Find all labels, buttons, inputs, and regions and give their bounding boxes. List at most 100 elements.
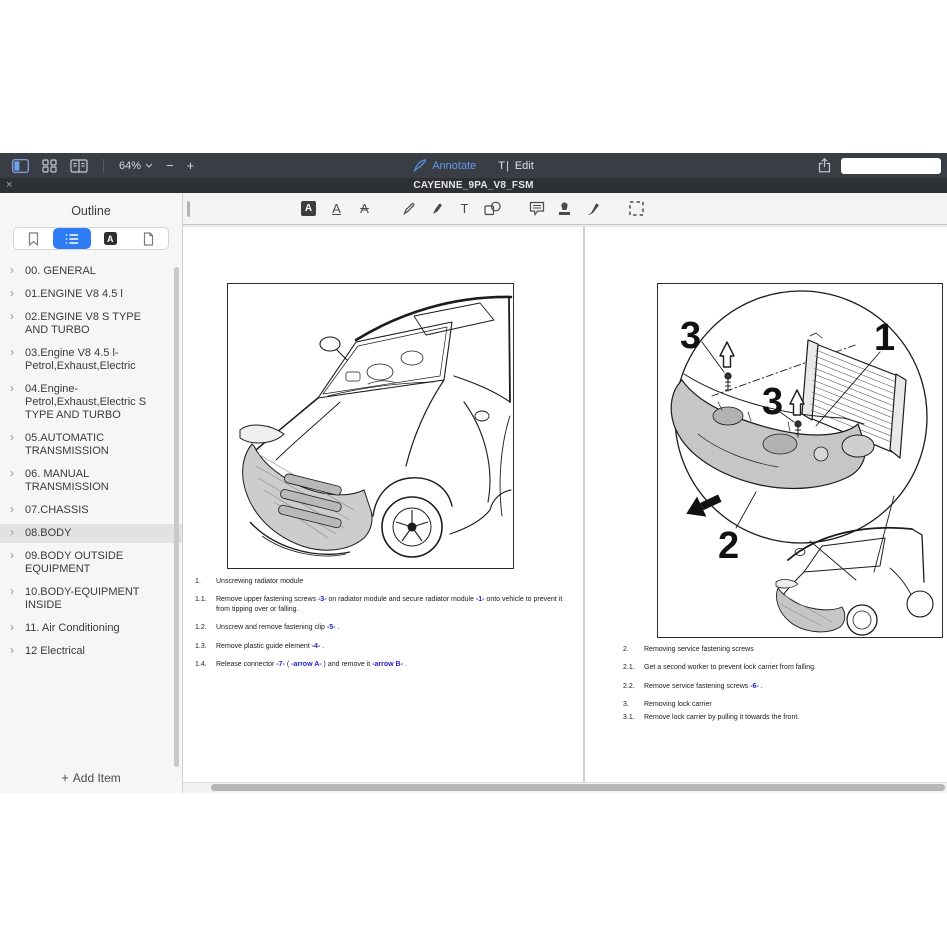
outline-item-label: 12 Electrical bbox=[25, 645, 85, 657]
chevron-right-icon[interactable]: › bbox=[10, 346, 14, 359]
chevron-right-icon[interactable]: › bbox=[10, 467, 14, 480]
part-reference-link[interactable]: -arrow B- bbox=[372, 661, 403, 668]
part-reference-link[interactable]: -4- bbox=[312, 643, 321, 650]
chevron-right-icon[interactable]: › bbox=[10, 621, 14, 634]
bookmark-icon bbox=[28, 232, 39, 246]
chevron-right-icon[interactable]: › bbox=[10, 549, 14, 562]
outline-item[interactable]: › 11. Air Conditioning bbox=[0, 619, 182, 638]
close-icon[interactable]: × bbox=[6, 179, 12, 192]
outline-list-icon bbox=[65, 233, 79, 245]
signature-tool-button[interactable] bbox=[584, 200, 601, 217]
sidebar-title: Outline bbox=[0, 193, 182, 218]
strikethrough-tool-button[interactable]: A bbox=[356, 200, 373, 217]
outline-item[interactable]: › 12 Electrical bbox=[0, 642, 182, 661]
zoom-in-button[interactable]: + bbox=[187, 159, 195, 172]
document-area: 1.Unscrewing radiator module 1.1.Remove u… bbox=[183, 225, 947, 793]
add-item-label: Add Item bbox=[73, 771, 121, 785]
tab-annotations[interactable]: A bbox=[91, 228, 130, 249]
outline-item-label: 05.AUTOMATIC TRANSMISSION bbox=[25, 432, 109, 457]
search-field[interactable] bbox=[841, 158, 941, 174]
figure-frame-left bbox=[227, 283, 514, 569]
edit-mode-button[interactable]: T| Edit bbox=[498, 160, 534, 172]
chevron-right-icon[interactable]: › bbox=[10, 585, 14, 598]
outline-item[interactable]: › 06. MANUAL TRANSMISSION bbox=[0, 465, 182, 497]
annotate-pen-icon bbox=[413, 159, 427, 172]
underline-tool-button[interactable]: A bbox=[328, 200, 345, 217]
part-reference-link[interactable]: -6- bbox=[750, 683, 759, 690]
step-text: Unscrew and remove fastening clip -5- . bbox=[216, 623, 571, 632]
outline-item[interactable]: › 07.CHASSIS bbox=[0, 501, 182, 520]
highlight-icon: A bbox=[301, 201, 316, 216]
outline-item[interactable]: › 01.ENGINE V8 4.5 l bbox=[0, 285, 182, 304]
step-row: 1.Unscrewing radiator module bbox=[195, 577, 571, 586]
text-tool-button[interactable]: T bbox=[456, 200, 473, 217]
search-input[interactable] bbox=[797, 160, 937, 172]
outline-item[interactable]: ›00. GENERAL bbox=[0, 262, 182, 281]
annotate-mode-button[interactable]: Annotate bbox=[413, 159, 476, 172]
horizontal-scrollbar[interactable] bbox=[183, 782, 947, 793]
step-number: 1.2. bbox=[195, 623, 213, 632]
marker-tool-button[interactable] bbox=[428, 200, 445, 217]
selection-marquee-icon bbox=[628, 200, 645, 217]
add-item-button[interactable]: +Add Item bbox=[0, 764, 182, 793]
outline-item-label: 04.Engine-Petrol,Exhaust,Electric S TYPE… bbox=[25, 383, 146, 421]
chevron-right-icon[interactable]: › bbox=[10, 264, 14, 277]
step-row: 1.1.Remove upper fastening screws -3- on… bbox=[195, 595, 571, 614]
chevron-right-icon[interactable]: › bbox=[10, 644, 14, 657]
outline-item-label: 02.ENGINE V8 S TYPE AND TURBO bbox=[25, 311, 141, 336]
chevron-right-icon[interactable]: › bbox=[10, 382, 14, 395]
outline-item[interactable]: › 05.AUTOMATIC TRANSMISSION bbox=[0, 429, 182, 461]
chevron-right-icon[interactable]: › bbox=[10, 287, 14, 300]
facing-pages-view-button[interactable] bbox=[70, 159, 88, 173]
zoom-level-dropdown[interactable]: 64% bbox=[119, 160, 153, 172]
step-row: 3.1.Remove lock carrier by pulling it to… bbox=[623, 713, 935, 722]
chevron-right-icon[interactable]: › bbox=[10, 431, 14, 444]
part-reference-link[interactable]: -3- bbox=[318, 596, 327, 603]
outline-item-label: 11. Air Conditioning bbox=[25, 622, 120, 634]
tab-bookmarks[interactable] bbox=[14, 228, 53, 249]
pencil-tool-button[interactable] bbox=[400, 200, 417, 217]
stamp-tool-button[interactable] bbox=[556, 200, 573, 217]
part-reference-link[interactable]: -7- bbox=[276, 661, 285, 668]
step-row: 1.2.Unscrew and remove fastening clip -5… bbox=[195, 623, 571, 632]
thumbnails-view-button[interactable] bbox=[42, 159, 57, 173]
outline-item[interactable]: › 02.ENGINE V8 S TYPE AND TURBO bbox=[0, 308, 182, 340]
outline-item-label: 06. MANUAL TRANSMISSION bbox=[25, 468, 109, 493]
annotate-label: Annotate bbox=[432, 160, 476, 172]
outline-item-label: 07.CHASSIS bbox=[25, 504, 89, 516]
page-left: 1.Unscrewing radiator module 1.1.Remove u… bbox=[183, 227, 583, 783]
outline-item-label: 01.ENGINE V8 4.5 l bbox=[25, 288, 123, 300]
sidebar-toggle-button[interactable] bbox=[12, 159, 29, 173]
chevron-right-icon[interactable]: › bbox=[10, 526, 14, 539]
comment-tool-button[interactable] bbox=[528, 200, 545, 217]
outline-item[interactable]: ›08.BODY bbox=[0, 524, 182, 543]
figure-frame-right: 3 1 3 2 bbox=[657, 283, 943, 638]
instructions-right: 2.Removing service fastening screws2.1.G… bbox=[623, 645, 935, 731]
outline-item[interactable]: ›09.BODY OUTSIDE EQUIPMENT bbox=[0, 547, 182, 579]
sidebar-scrollbar[interactable] bbox=[174, 267, 179, 767]
edit-text-icon: T| bbox=[498, 160, 510, 172]
strikethrough-icon: A bbox=[360, 201, 369, 216]
toolbar-drag-handle[interactable] bbox=[187, 201, 190, 217]
zoom-out-button[interactable]: − bbox=[166, 159, 174, 172]
part-reference-link[interactable]: -arrow A- bbox=[291, 661, 321, 668]
outline-item[interactable]: ›10.BODY-EQUIPMENT INSIDE bbox=[0, 583, 182, 615]
selection-tool-button[interactable] bbox=[628, 200, 645, 217]
horizontal-scrollbar-thumb[interactable] bbox=[211, 784, 945, 791]
pencil-icon bbox=[401, 201, 417, 217]
outline-item[interactable]: › 04.Engine-Petrol,Exhaust,Electric S TYP… bbox=[0, 380, 182, 425]
step-text: Remove upper fastening screws -3- on rad… bbox=[216, 595, 571, 614]
tab-pages[interactable] bbox=[130, 228, 169, 249]
highlight-tool-button[interactable]: A bbox=[300, 200, 317, 217]
chevron-right-icon[interactable]: › bbox=[10, 310, 14, 323]
step-row: 2.2.Remove service fastening screws -6- … bbox=[623, 682, 935, 691]
step-number: 1. bbox=[195, 577, 213, 586]
shapes-tool-button[interactable] bbox=[484, 200, 501, 217]
chevron-right-icon[interactable]: › bbox=[10, 503, 14, 516]
outline-item[interactable]: ›03.Engine V8 4.5 l-Petrol,Exhaust,Elect… bbox=[0, 344, 182, 376]
document-titlebar: × CAYENNE_9PA_V8_FSM bbox=[0, 178, 947, 193]
toolbar-separator bbox=[103, 159, 104, 172]
step-text: Remove service fastening screws -6- . bbox=[644, 682, 935, 691]
tab-outline[interactable] bbox=[53, 228, 92, 249]
shapes-icon bbox=[484, 201, 501, 216]
